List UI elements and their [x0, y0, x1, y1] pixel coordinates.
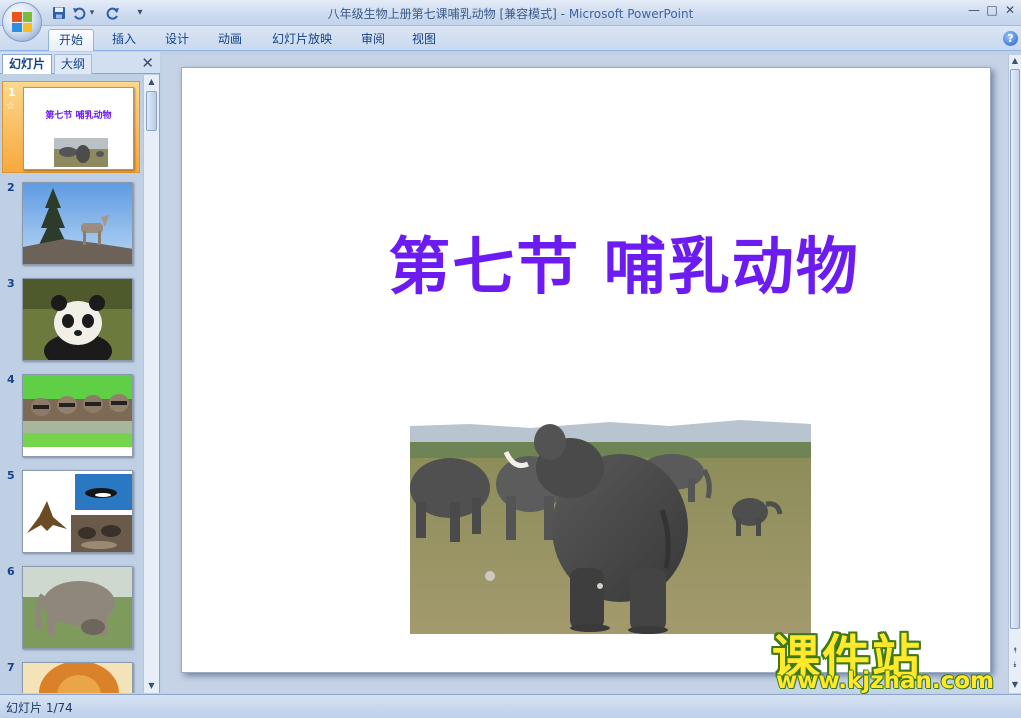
thumbnail-list: 1 ☆ 第七节 哺乳动物 2 3 4 5 6 7 — [0, 75, 142, 693]
animation-star-icon: ☆ — [6, 101, 15, 112]
elephant-herd-image — [410, 418, 811, 634]
slide-thumbnail-2[interactable]: 2 — [2, 177, 140, 269]
previous-slide-icon[interactable]: ⯭ — [1009, 645, 1021, 657]
scroll-down-arrow-icon[interactable]: ▼ — [144, 679, 159, 693]
slide-preview-5[interactable] — [22, 470, 133, 553]
watermark-url: www.kjzhan.com — [776, 668, 994, 694]
elephant-thumbnail-image — [54, 138, 108, 167]
scroll-up-arrow-icon[interactable]: ▲ — [144, 75, 159, 89]
slide-number: 6 — [7, 565, 15, 578]
tab-home[interactable]: 开始 — [48, 29, 94, 51]
slide-preview-3[interactable] — [22, 278, 133, 361]
slide-preview-7[interactable] — [22, 662, 133, 693]
panda-photo — [23, 279, 132, 360]
slide-thumbnail-4[interactable]: 4 — [2, 369, 140, 461]
next-slide-icon[interactable]: ⯯ — [1009, 659, 1021, 671]
tab-slides[interactable]: 幻灯片 — [2, 54, 53, 74]
app-name: Microsoft PowerPoint — [568, 7, 694, 21]
title-bar: ▾ ▾ 八年级生物上册第七课哺乳动物 [兼容模式] - Microsoft Po… — [0, 0, 1021, 42]
slide-editing-area: 第七节 哺乳动物 — [163, 55, 1008, 693]
slide-number: 3 — [7, 277, 15, 290]
slide-number: 1 — [8, 86, 16, 99]
close-button[interactable]: ✕ — [1001, 2, 1019, 18]
slide-number: 7 — [7, 661, 15, 674]
elephant-calf-photo — [23, 567, 132, 648]
slide-position-indicator: 幻灯片 1/74 — [6, 701, 73, 715]
slides-pane: 幻灯片 大纲 ✕ 1 ☆ 第七节 哺乳动物 2 3 4 5 6 7 ▲ ▼ — [0, 52, 160, 693]
slide-preview-2[interactable] — [22, 182, 133, 265]
help-button[interactable]: ? — [1003, 31, 1018, 46]
slide-thumbnail-5[interactable]: 5 — [2, 465, 140, 557]
maximize-button[interactable]: □ — [983, 2, 1001, 18]
slide-number: 5 — [7, 469, 15, 482]
watermark-logo: 课件站 www.kjzhan.com — [770, 618, 1006, 696]
tab-insert[interactable]: 插入 — [104, 29, 144, 51]
tab-animations[interactable]: 动画 — [210, 29, 250, 51]
scrollbar-thumb[interactable] — [146, 91, 157, 131]
elephant-photo[interactable] — [410, 418, 811, 634]
office-button[interactable] — [2, 2, 42, 42]
tab-design[interactable]: 设计 — [157, 29, 197, 51]
pane-close-icon[interactable]: ✕ — [141, 54, 154, 72]
scroll-up-arrow-icon[interactable]: ▲ — [1009, 55, 1021, 67]
scroll-down-arrow-icon[interactable]: ▼ — [1009, 679, 1021, 691]
slide-number: 4 — [7, 373, 15, 386]
tab-review[interactable]: 审阅 — [353, 29, 393, 51]
ribbon-tab-bar: 开始 插入 设计 动画 幻灯片放映 审阅 视图 ? — [0, 26, 1021, 51]
title-separator: - — [556, 7, 569, 21]
tab-slide-show[interactable]: 幻灯片放映 — [262, 29, 342, 51]
slide-scrollbar[interactable]: ▲ ⯭ ⯯ ▼ — [1008, 55, 1021, 693]
pane-tab-bar: 幻灯片 大纲 ✕ — [0, 52, 160, 74]
minimize-button[interactable]: — — [965, 2, 983, 18]
raccoons-photo — [23, 375, 132, 456]
slide-thumbnail-6[interactable]: 6 — [2, 561, 140, 653]
window-title: 八年级生物上册第七课哺乳动物 [兼容模式] - Microsoft PowerP… — [0, 5, 1021, 22]
slide-thumbnail-1[interactable]: 1 ☆ 第七节 哺乳动物 — [2, 81, 140, 173]
current-slide[interactable]: 第七节 哺乳动物 — [181, 67, 991, 673]
office-logo-icon — [12, 12, 32, 32]
lion-photo — [23, 663, 132, 693]
thumbnail-scrollbar[interactable]: ▲ ▼ — [143, 75, 159, 693]
slide-number: 2 — [7, 181, 15, 194]
slide-preview-4[interactable] — [22, 374, 133, 457]
status-bar: 幻灯片 1/74 — [0, 694, 1021, 718]
bat-whale-collage — [23, 471, 132, 552]
scrollbar-thumb[interactable] — [1010, 69, 1020, 629]
tab-view[interactable]: 视图 — [404, 29, 444, 51]
thumbnail-title: 第七节 哺乳动物 — [45, 111, 112, 121]
tab-outline[interactable]: 大纲 — [54, 54, 93, 74]
wolf-photo — [23, 183, 132, 264]
slide-thumbnail-3[interactable]: 3 — [2, 273, 140, 365]
slide-title[interactable]: 第七节 哺乳动物 — [182, 216, 1021, 306]
document-name: 八年级生物上册第七课哺乳动物 [兼容模式] — [327, 7, 557, 21]
slide-thumbnail-7[interactable]: 7 — [2, 657, 140, 693]
slide-preview-1[interactable]: 第七节 哺乳动物 — [23, 87, 134, 170]
slide-preview-6[interactable] — [22, 566, 133, 649]
